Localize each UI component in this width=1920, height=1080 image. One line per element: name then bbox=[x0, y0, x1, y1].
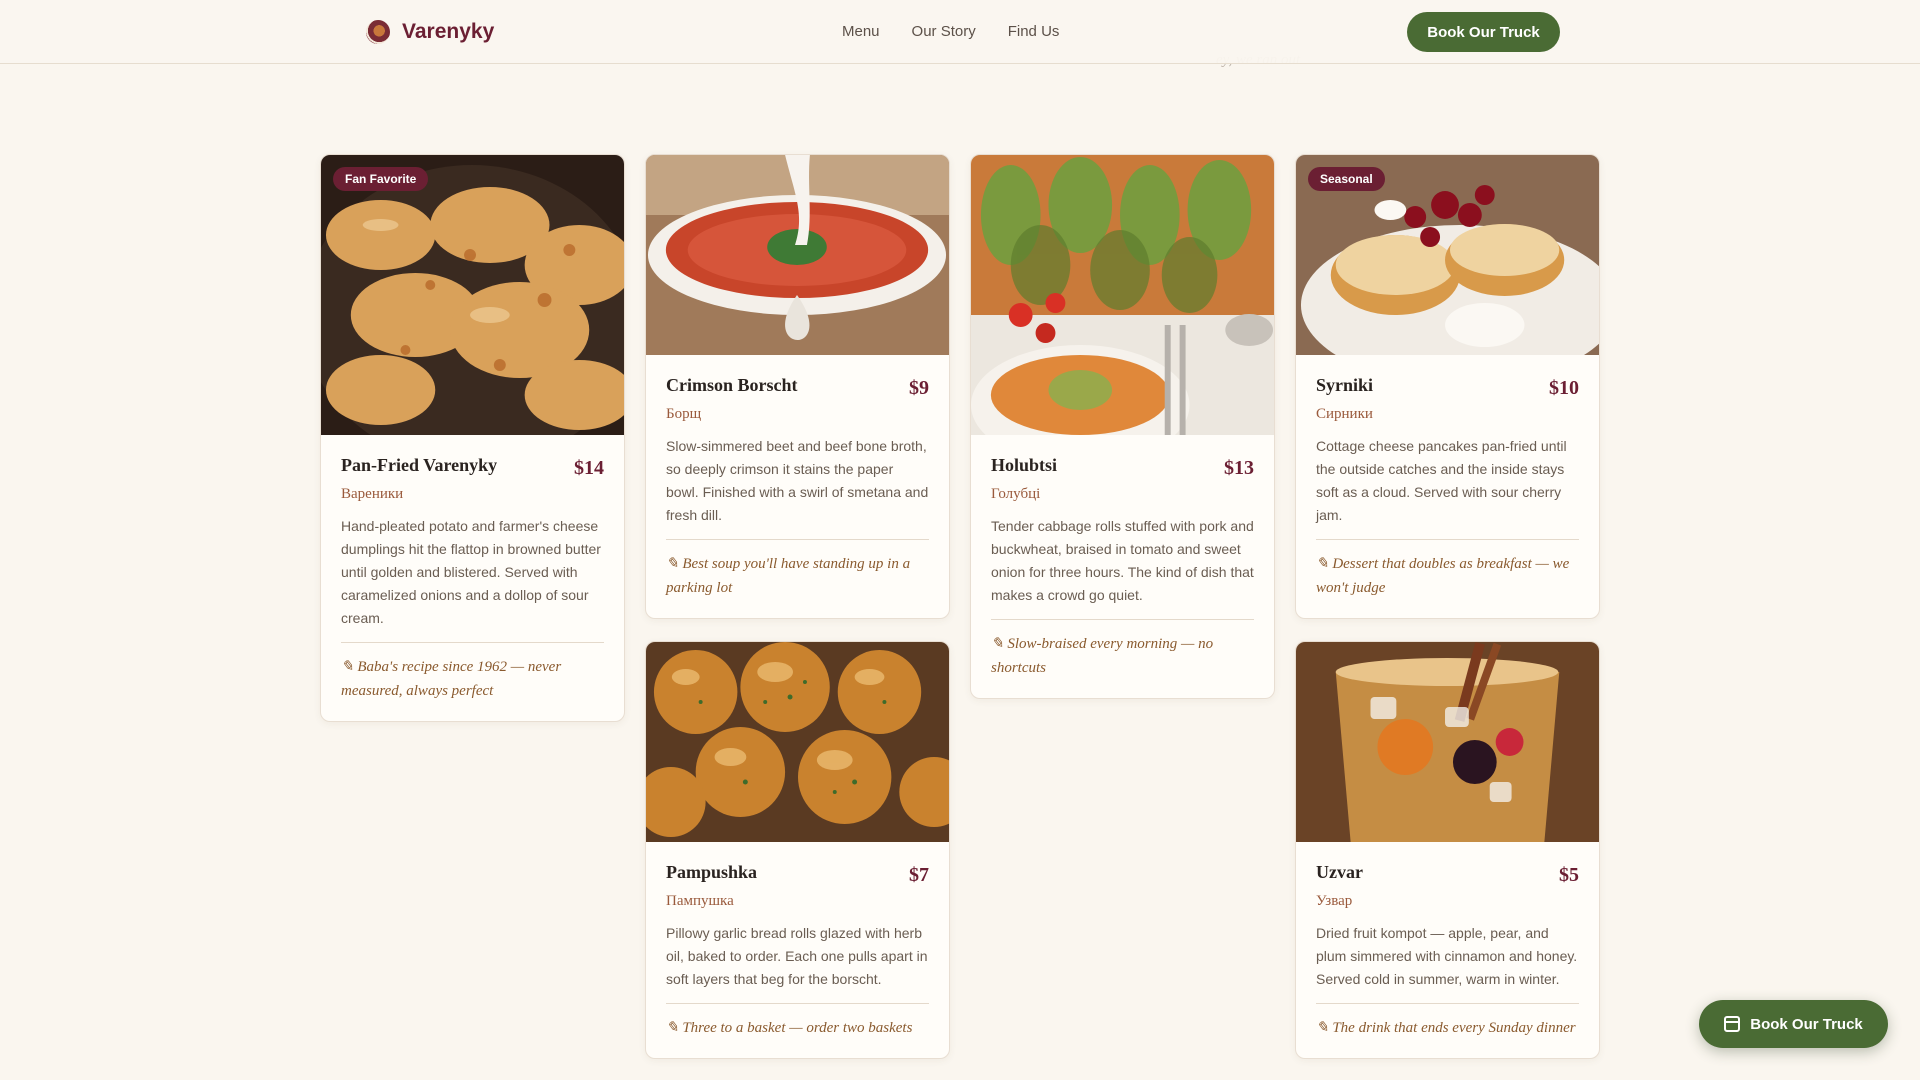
dish-native-name: Вареники bbox=[341, 486, 404, 502]
dish-description: Hand-pleated potato and farmer's cheese … bbox=[341, 518, 601, 626]
menu-card-varenyky[interactable]: Fan Favorite Pan-Fried Varenyky $14 Варе… bbox=[320, 154, 625, 722]
dish-note: ✎ Baba's recipe since 1962 — never measu… bbox=[341, 659, 562, 699]
floating-book-truck-button[interactable]: Book Our Truck bbox=[1699, 1000, 1888, 1048]
menu-card-pampushka[interactable]: Pampushka $7 Пампушка Pillowy garlic bre… bbox=[645, 641, 950, 1059]
dish-name: Crimson Borscht bbox=[666, 375, 798, 395]
uzvar-image bbox=[1296, 642, 1599, 842]
menu-card-syrniki[interactable]: Seasonal Syrniki $10 Сирники Cottage che… bbox=[1295, 154, 1600, 619]
pampushka-image bbox=[646, 642, 949, 842]
dish-name: Holubtsi bbox=[991, 455, 1058, 475]
dish-name: Uzvar bbox=[1316, 862, 1363, 882]
menu-card-uzvar[interactable]: Uzvar $5 Узвар Dried fruit kompot — appl… bbox=[1295, 641, 1600, 1059]
card-body: Crimson Borscht $9 Борщ Slow-simmered be… bbox=[646, 355, 949, 618]
dish-native-name: Голубці bbox=[991, 486, 1041, 502]
borscht-image bbox=[646, 155, 949, 355]
calendar-icon bbox=[1724, 1016, 1741, 1032]
top-nav: Varenyky Menu Our Story Find Us Book Our… bbox=[0, 0, 1920, 64]
nav-link-find-us[interactable]: Find Us bbox=[1008, 23, 1060, 40]
card-body: Uzvar $5 Узвар Dried fruit kompot — appl… bbox=[1296, 842, 1599, 1058]
nav-link-menu[interactable]: Menu bbox=[842, 23, 880, 40]
card-body: Pan-Fried Varenyky $14 Вареники Hand-ple… bbox=[321, 435, 624, 721]
dish-name: Syrniki bbox=[1316, 375, 1374, 395]
dish-description: Pillowy garlic bread rolls glazed with h… bbox=[666, 925, 928, 987]
dish-name: Pampushka bbox=[666, 862, 758, 882]
card-body: Holubtsi $13 Голубці Tender cabbage roll… bbox=[971, 435, 1274, 698]
dish-native-name: Борщ bbox=[666, 406, 702, 422]
dish-price: $5 bbox=[1559, 864, 1579, 886]
card-body: Pampushka $7 Пампушка Pillowy garlic bre… bbox=[646, 842, 949, 1058]
dish-note: ✎ Dessert that doubles as breakfast — we… bbox=[1316, 556, 1570, 596]
holubtsi-image bbox=[971, 155, 1274, 435]
dish-note: ✎ Best soup you'll have standing up in a… bbox=[666, 556, 911, 596]
dish-price: $13 bbox=[1224, 457, 1254, 479]
nav-links: Menu Our Story Find Us bbox=[842, 23, 1059, 40]
menu-card-holubtsi[interactable]: Holubtsi $13 Голубці Tender cabbage roll… bbox=[970, 154, 1275, 699]
nav-link-our-story[interactable]: Our Story bbox=[912, 23, 976, 40]
dish-note: ✎ Slow-braised every morning — no shortc… bbox=[991, 636, 1214, 676]
dish-description: Tender cabbage rolls stuffed with pork a… bbox=[991, 518, 1254, 603]
dish-price: $9 bbox=[909, 377, 929, 399]
card-body: Syrniki $10 Сирники Cottage cheese panca… bbox=[1296, 355, 1599, 618]
badge-fan-favorite: Fan Favorite bbox=[333, 167, 429, 191]
dish-native-name: Пампушка bbox=[666, 893, 734, 909]
brand[interactable]: Varenyky bbox=[366, 19, 494, 45]
dish-price: $7 bbox=[909, 864, 929, 886]
dish-price: $10 bbox=[1549, 377, 1579, 399]
dish-note: ✎ The drink that ends every Sunday dinne… bbox=[1316, 1020, 1576, 1036]
menu-card-borscht[interactable]: Crimson Borscht $9 Борщ Slow-simmered be… bbox=[645, 154, 950, 619]
dumpling-logo-icon bbox=[366, 20, 390, 44]
varenyky-image: Fan Favorite bbox=[321, 155, 624, 435]
dish-price: $14 bbox=[574, 457, 604, 479]
dish-native-name: Узвар bbox=[1316, 893, 1353, 909]
dish-description: Dried fruit kompot — apple, pear, and pl… bbox=[1316, 925, 1578, 987]
syrniki-image: Seasonal bbox=[1296, 155, 1599, 355]
dish-description: Slow-simmered beet and beef bone broth, … bbox=[666, 438, 929, 523]
book-truck-button[interactable]: Book Our Truck bbox=[1407, 12, 1560, 52]
floating-cta-label: Book Our Truck bbox=[1750, 1015, 1863, 1033]
dish-native-name: Сирники bbox=[1316, 406, 1373, 422]
dish-name: Pan-Fried Varenyky bbox=[341, 455, 498, 475]
brand-name: Varenyky bbox=[402, 20, 495, 43]
dish-description: Cottage cheese pancakes pan-fried until … bbox=[1316, 438, 1567, 523]
dish-note: ✎ Three to a basket — order two baskets bbox=[666, 1020, 913, 1036]
badge-seasonal: Seasonal bbox=[1308, 167, 1385, 191]
